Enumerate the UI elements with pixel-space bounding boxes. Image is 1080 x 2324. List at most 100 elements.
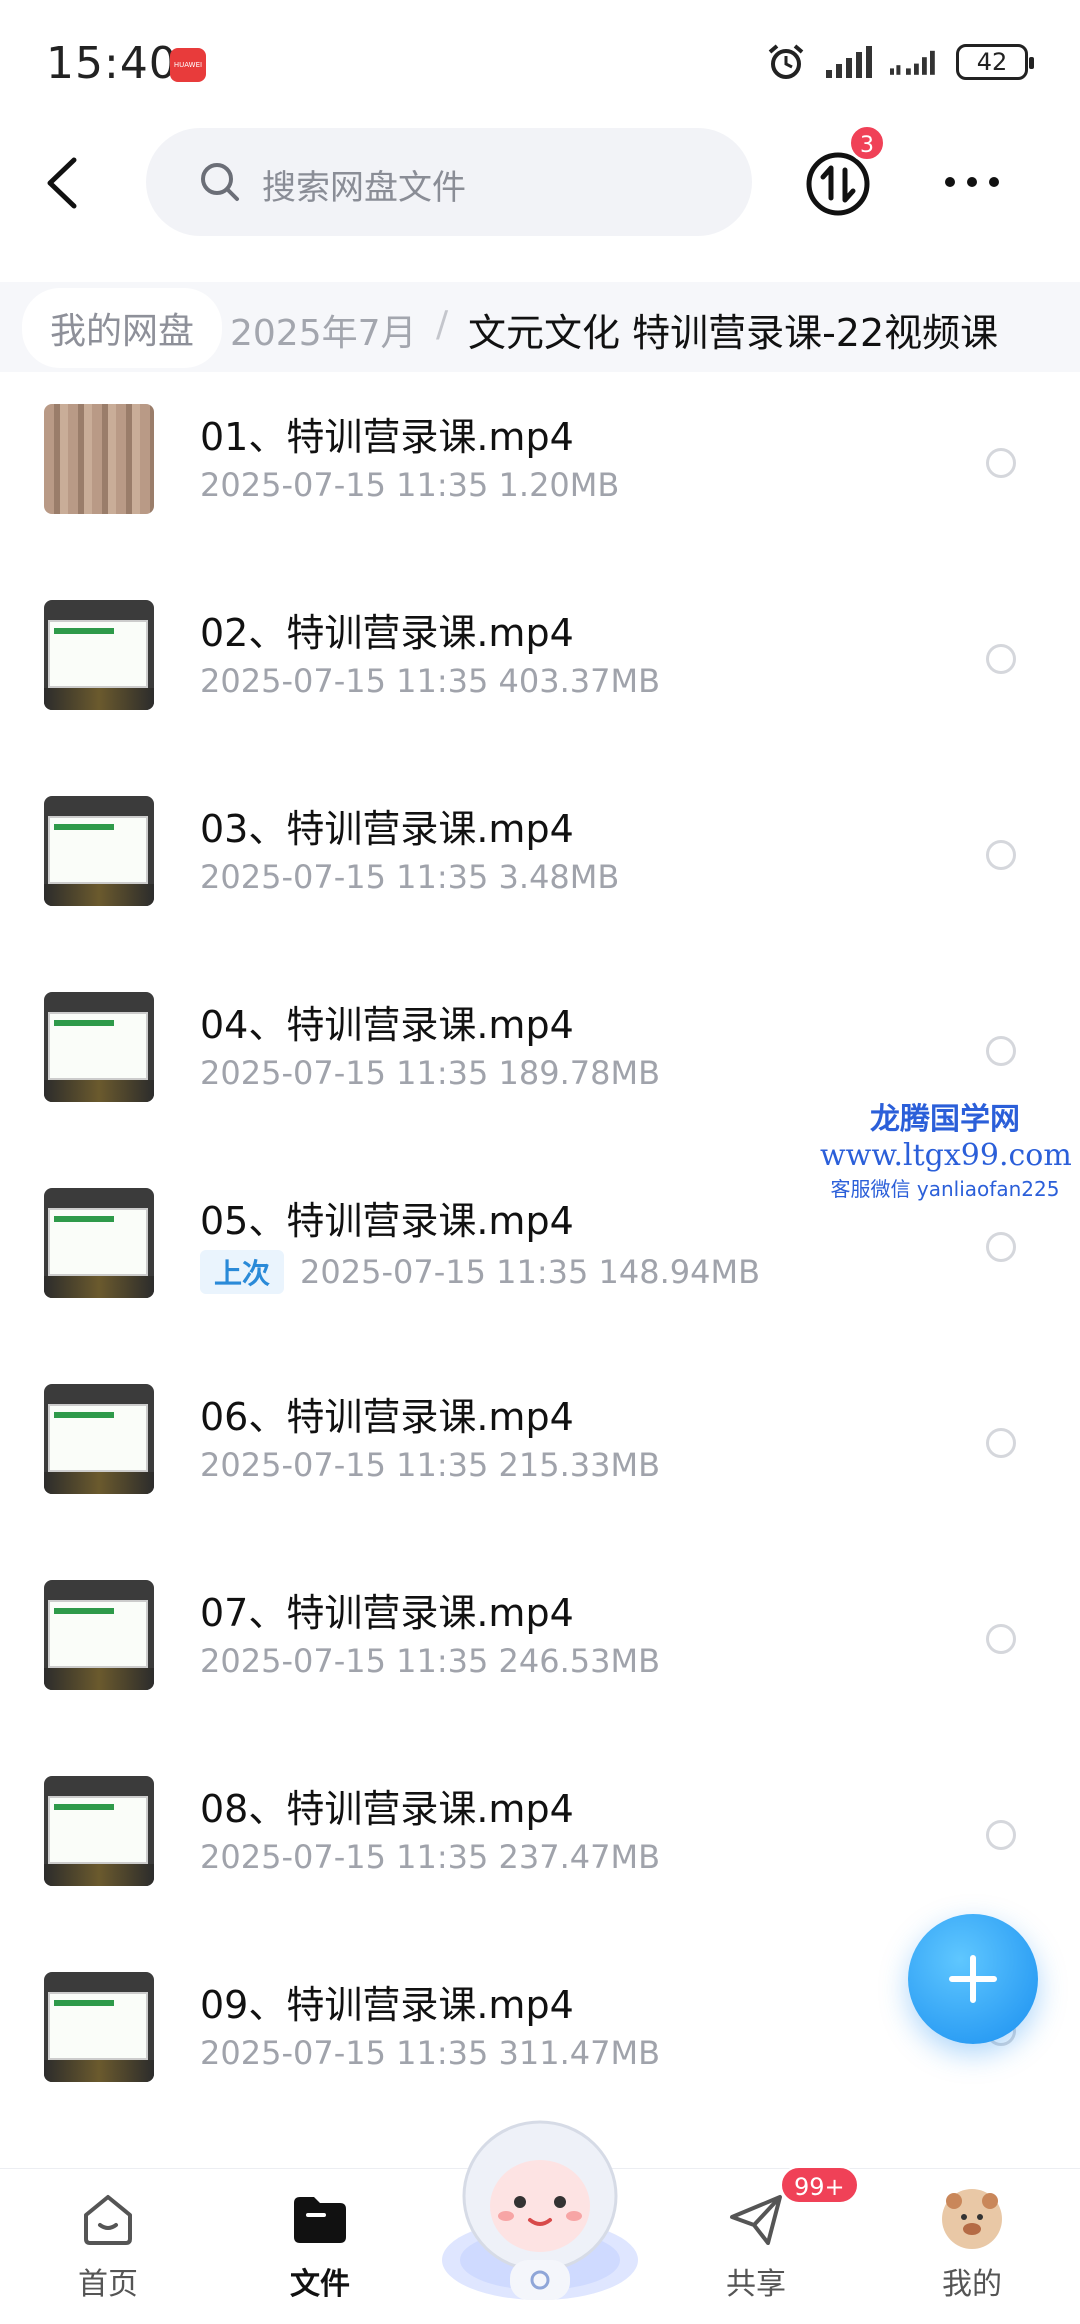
file-date: 2025-07-15 11:35: [300, 1253, 599, 1291]
watermark: 龙腾国学网 www.ltgx99.com 客服微信 yanliaofan225: [820, 1094, 1072, 1202]
thumbnail-audience: [44, 2060, 154, 2082]
thumbnail-bar: [54, 1412, 114, 1418]
video-thumbnail: [44, 796, 154, 906]
folder-icon: [294, 2197, 346, 2243]
nav-mine-label: 我的: [942, 2267, 1002, 2302]
search-placeholder: 搜索网盘文件: [262, 168, 466, 208]
video-thumbnail: [44, 1776, 154, 1886]
thumbnail-audience: [44, 1276, 154, 1298]
file-meta: 2025-07-15 11:35 246.53MB: [200, 1642, 660, 1680]
select-checkbox[interactable]: [986, 840, 1016, 870]
thumbnail-bar: [54, 1608, 114, 1614]
select-checkbox[interactable]: [986, 644, 1016, 674]
file-list-item[interactable]: 06、特训营录课.mp4 2025-07-15 11:35 215.33MB: [0, 1372, 1080, 1568]
more-options-icon[interactable]: [940, 166, 1004, 198]
file-size: 403.37MB: [498, 662, 661, 700]
video-thumbnail: [44, 992, 154, 1102]
file-size: 215.33MB: [498, 1446, 661, 1484]
file-size: 189.78MB: [498, 1054, 661, 1092]
file-date: 2025-07-15 11:35: [200, 858, 499, 896]
file-meta: 2025-07-15 11:35 311.47MB: [200, 2034, 660, 2072]
file-size: 1.20MB: [498, 466, 620, 504]
app-notification-icon: HUAWEI: [170, 48, 206, 82]
ai-assistant-mascot-icon[interactable]: [436, 2110, 644, 2310]
thumbnail-bar: [54, 2000, 114, 2006]
thumbnail-bar: [54, 1804, 114, 1810]
add-button[interactable]: [908, 1914, 1038, 2044]
nav-mine[interactable]: 我的: [902, 2187, 1042, 2317]
file-list-item[interactable]: 05、特训营录课.mp4 上次 2025-07-15 11:35 148.94MB: [0, 1176, 1080, 1372]
breadcrumb-separator: /: [436, 304, 449, 345]
file-meta: 2025-07-15 11:35 403.37MB: [200, 662, 660, 700]
select-checkbox[interactable]: [986, 1820, 1016, 1850]
back-arrow-icon[interactable]: [40, 154, 88, 212]
select-checkbox[interactable]: [986, 1232, 1016, 1262]
file-date: 2025-07-15 11:35: [200, 662, 499, 700]
file-name: 08、特训营录课.mp4: [200, 1787, 574, 1831]
signal-icon: [826, 46, 872, 78]
file-name: 03、特训营录课.mp4: [200, 807, 574, 851]
file-name: 04、特训营录课.mp4: [200, 1003, 574, 1047]
file-date: 2025-07-15 11:35: [200, 1838, 499, 1876]
thumbnail-audience: [44, 1864, 154, 1886]
app-screen: 15:40 HUAWEI 42 搜索网盘文件 3 我的网盘 2025年7月 / …: [0, 0, 1080, 2324]
nav-home-label: 首页: [78, 2267, 138, 2302]
status-bar: 15:40 HUAWEI 42: [0, 0, 1080, 120]
plus-icon: [949, 1955, 997, 2003]
file-list-item[interactable]: 07、特训营录课.mp4 2025-07-15 11:35 246.53MB: [0, 1568, 1080, 1764]
file-date: 2025-07-15 11:35: [200, 1054, 499, 1092]
battery-indicator: 42: [956, 44, 1034, 80]
select-checkbox[interactable]: [986, 1624, 1016, 1654]
select-checkbox[interactable]: [986, 1036, 1016, 1066]
file-size: 237.47MB: [498, 1838, 661, 1876]
video-thumbnail: [44, 1188, 154, 1298]
video-thumbnail: [44, 1972, 154, 2082]
select-checkbox[interactable]: [986, 448, 1016, 478]
thumbnail-bar: [54, 1020, 114, 1026]
file-list-item[interactable]: 08、特训营录课.mp4 2025-07-15 11:35 237.47MB: [0, 1764, 1080, 1960]
file-size: 148.94MB: [598, 1253, 761, 1291]
thumbnail-audience: [44, 688, 154, 710]
file-date: 2025-07-15 11:35: [200, 1446, 499, 1484]
home-icon: [84, 2195, 132, 2245]
thumbnail-audience: [44, 1472, 154, 1494]
share-count-badge: 99+: [780, 2166, 859, 2204]
file-list-item[interactable]: 02、特训营录课.mp4 2025-07-15 11:35 403.37MB: [0, 588, 1080, 784]
thumbnail-audience: [44, 884, 154, 906]
status-icons: 42: [766, 42, 1034, 82]
file-list-item[interactable]: 03、特训营录课.mp4 2025-07-15 11:35 3.48MB: [0, 784, 1080, 980]
file-name: 09、特训营录课.mp4: [200, 1983, 574, 2027]
file-date: 2025-07-15 11:35: [200, 466, 499, 504]
select-checkbox[interactable]: [986, 1428, 1016, 1458]
signal-icon-2: [890, 50, 935, 75]
breadcrumb-folder[interactable]: 2025年7月: [230, 304, 417, 356]
breadcrumb: 我的网盘 2025年7月 / 文元文化 特训营录课-22视频课: [0, 282, 1080, 372]
watermark-contact: 客服微信 yanliaofan225: [830, 1177, 1060, 1201]
file-name: 01、特训营录课.mp4: [200, 415, 574, 459]
alarm-icon: [768, 44, 804, 79]
nav-files-label: 文件: [290, 2267, 350, 2302]
nav-home[interactable]: 首页: [38, 2187, 178, 2317]
breadcrumb-current: 文元文化 特训营录课-22视频课: [468, 311, 999, 355]
thumbnail-bar: [54, 824, 114, 830]
file-meta: 上次 2025-07-15 11:35 148.94MB: [200, 1250, 760, 1294]
file-name: 07、特训营录课.mp4: [200, 1591, 574, 1635]
file-list-item[interactable]: 01、特训营录课.mp4 2025-07-15 11:35 1.20MB: [0, 392, 1080, 588]
search-input[interactable]: 搜索网盘文件: [146, 128, 752, 236]
last-played-tag: 上次: [200, 1250, 285, 1294]
nav-share-label: 共享: [726, 2267, 786, 2302]
file-name: 02、特训营录课.mp4: [200, 611, 574, 655]
file-size: 246.53MB: [498, 1642, 661, 1680]
watermark-title: 龙腾国学网: [870, 1102, 1020, 1137]
file-meta: 2025-07-15 11:35 1.20MB: [200, 466, 619, 504]
file-meta: 2025-07-15 11:35 215.33MB: [200, 1446, 660, 1484]
breadcrumb-home[interactable]: 我的网盘: [22, 288, 223, 368]
file-date: 2025-07-15 11:35: [200, 2034, 499, 2072]
nav-share[interactable]: 共享: [686, 2187, 826, 2317]
top-bar: 搜索网盘文件 3: [0, 124, 1080, 240]
thumbnail-audience: [44, 1080, 154, 1102]
file-size: 3.48MB: [498, 858, 620, 896]
file-name: 06、特训营录课.mp4: [200, 1395, 574, 1439]
nav-files[interactable]: 文件: [250, 2187, 390, 2317]
status-time: 15:40: [46, 38, 178, 89]
